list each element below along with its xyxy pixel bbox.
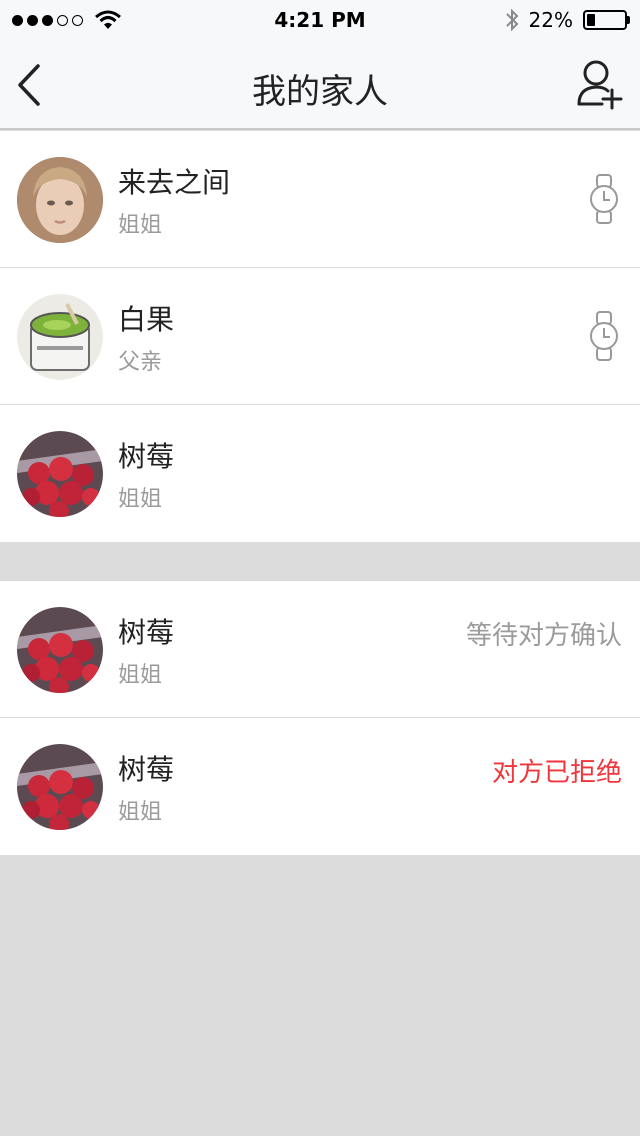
add-family-button[interactable] [576,58,624,110]
battery-level [587,14,595,26]
request-row[interactable]: 树莓 姐姐 等待对方确认 [0,581,640,718]
avatar [17,157,103,243]
page-title: 我的家人 [252,72,388,112]
navigation-bar: 我的家人 [0,40,640,130]
member-name: 树莓 [118,753,175,786]
request-row[interactable]: 树莓 姐姐 对方已拒绝 [0,718,640,855]
bluetooth-icon [505,8,518,32]
avatar [17,431,103,517]
signal-dot [42,14,53,26]
signal-strength [12,10,121,30]
family-list: 来去之间 姐姐 白果 父亲 树莓 姐姐 [0,131,640,542]
avatar [17,607,103,693]
battery-icon [583,10,630,30]
wifi-icon [95,10,121,29]
status-bar: 4:21 PM 22% [0,0,640,40]
family-member-row[interactable]: 来去之间 姐姐 [0,131,640,268]
avatar [17,294,103,380]
family-member-row[interactable]: 树莓 姐姐 [0,405,640,542]
battery-percent: 22% [528,8,573,32]
watch-icon[interactable] [588,173,620,225]
member-name: 树莓 [118,616,175,649]
signal-dot [27,14,38,26]
watch-icon[interactable] [588,310,620,362]
signal-dot [57,14,68,26]
member-relation: 姐姐 [118,213,163,238]
rejected-status: 对方已拒绝 [491,758,622,788]
signal-dot [12,14,23,26]
member-relation: 姐姐 [118,487,163,512]
member-relation: 父亲 [118,350,163,375]
avatar [17,744,103,830]
member-name: 白果 [118,303,175,336]
add-person-icon [577,60,623,110]
member-relation: 姐姐 [118,663,163,688]
family-member-row[interactable]: 白果 父亲 [0,268,640,405]
member-name: 树莓 [118,440,175,473]
request-list: 树莓 姐姐 等待对方确认 树莓 姐姐 对方已拒绝 [0,581,640,855]
signal-dot [72,14,83,26]
pending-status: 等待对方确认 [465,621,622,651]
member-relation: 姐姐 [118,800,163,825]
member-name: 来去之间 [118,166,231,199]
